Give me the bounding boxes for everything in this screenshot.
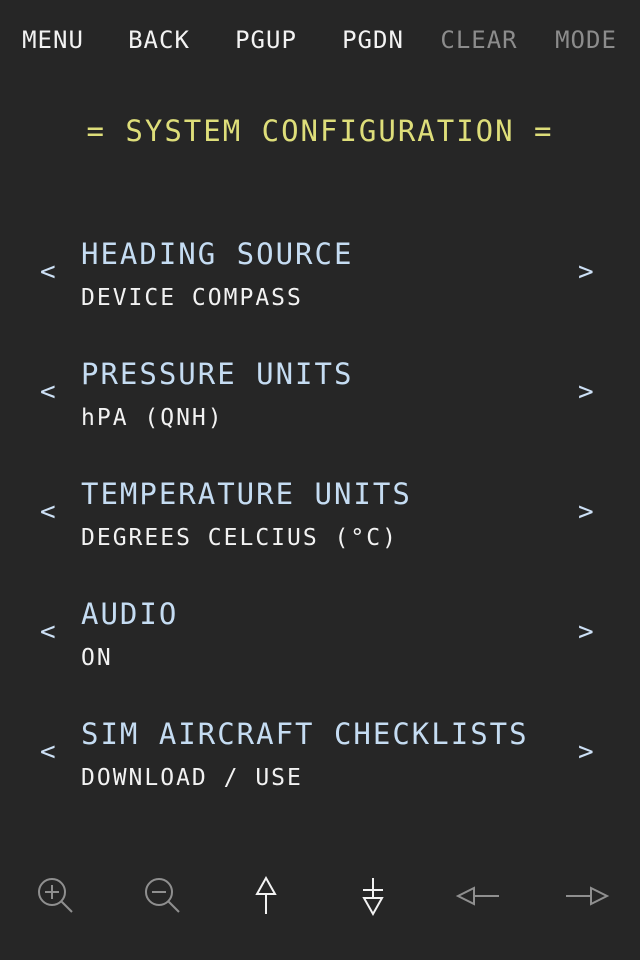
- setting-name: SIM AIRCRAFT CHECKLISTS: [81, 717, 529, 751]
- previous-option-button[interactable]: <: [40, 257, 56, 287]
- previous-option-button[interactable]: <: [40, 617, 56, 647]
- setting-sim-aircraft-checklists: < SIM AIRCRAFT CHECKLISTS DOWNLOAD / USE…: [0, 717, 640, 827]
- scroll-up-button[interactable]: [213, 868, 319, 924]
- arrow-right-icon: [566, 886, 610, 906]
- setting-pressure-units: < PRESSURE UNITS hPA (QNH) >: [0, 357, 640, 467]
- zoom-out-button[interactable]: [110, 868, 216, 924]
- menu-button[interactable]: MENU: [0, 26, 106, 54]
- setting-heading-source: < HEADING SOURCE DEVICE COMPASS >: [0, 237, 640, 347]
- setting-name: AUDIO: [81, 597, 179, 631]
- bottom-toolbar: [0, 868, 640, 924]
- next-option-button[interactable]: >: [578, 377, 594, 407]
- setting-temperature-units: < TEMPERATURE UNITS DEGREES CELCIUS (°C)…: [0, 477, 640, 587]
- arrow-down-icon: [362, 878, 384, 917]
- clear-button[interactable]: CLEAR: [426, 26, 532, 54]
- setting-value: ON: [81, 645, 113, 671]
- previous-option-button[interactable]: <: [40, 497, 56, 527]
- setting-name: HEADING SOURCE: [81, 237, 354, 271]
- setting-value: hPA (QNH): [81, 405, 224, 431]
- zoom-out-icon: [145, 878, 180, 913]
- setting-value: DEGREES CELCIUS (°C): [81, 525, 398, 551]
- setting-value: DOWNLOAD / USE: [81, 765, 303, 791]
- zoom-in-icon: [38, 878, 73, 913]
- next-option-button[interactable]: >: [578, 497, 594, 527]
- previous-option-button[interactable]: <: [40, 377, 56, 407]
- previous-option-button[interactable]: <: [40, 737, 56, 767]
- page-up-button[interactable]: PGUP: [213, 26, 319, 54]
- next-option-button[interactable]: >: [578, 257, 594, 287]
- page-down-button[interactable]: PGDN: [320, 26, 426, 54]
- setting-audio: < AUDIO ON >: [0, 597, 640, 707]
- back-button[interactable]: BACK: [106, 26, 212, 54]
- next-option-button[interactable]: >: [578, 617, 594, 647]
- arrow-left-icon: [455, 886, 499, 906]
- scroll-down-button[interactable]: [320, 868, 426, 924]
- top-toolbar: MENU BACK PGUP PGDN CLEAR MODE: [0, 26, 640, 66]
- mode-button[interactable]: MODE: [533, 26, 639, 54]
- setting-name: TEMPERATURE UNITS: [81, 477, 412, 511]
- scroll-left-button[interactable]: [426, 868, 532, 924]
- page-title: = SYSTEM CONFIGURATION =: [86, 114, 554, 148]
- scroll-right-button[interactable]: [533, 868, 639, 924]
- arrow-up-icon: [255, 875, 277, 914]
- setting-name: PRESSURE UNITS: [81, 357, 354, 391]
- setting-value: DEVICE COMPASS: [81, 285, 303, 311]
- zoom-in-button[interactable]: [3, 868, 109, 924]
- next-option-button[interactable]: >: [578, 737, 594, 767]
